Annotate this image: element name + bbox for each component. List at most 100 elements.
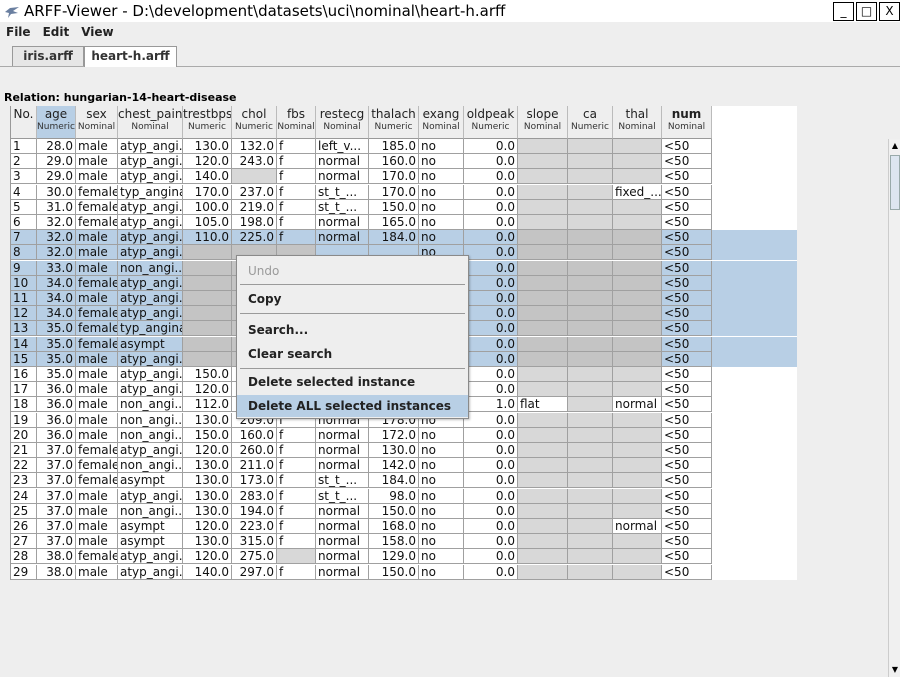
table-cell[interactable]: atyp_angi... <box>118 351 183 367</box>
table-cell[interactable]: 0.0 <box>464 367 518 382</box>
table-cell[interactable]: <50 <box>662 503 712 519</box>
table-cell[interactable]: male <box>76 382 118 398</box>
table-cell[interactable]: 0.0 <box>464 351 518 367</box>
table-cell[interactable]: female <box>76 336 118 352</box>
table-cell[interactable]: 130.0 <box>183 488 232 504</box>
table-cell[interactable]: f <box>277 427 316 443</box>
table-cell[interactable]: male <box>76 488 118 504</box>
table-cell[interactable]: 0.0 <box>464 336 518 352</box>
table-cell[interactable]: male <box>76 397 118 413</box>
table-cell[interactable]: 184.0 <box>369 230 419 246</box>
table-cell[interactable] <box>568 184 613 200</box>
table-cell[interactable] <box>183 306 232 322</box>
table-cell[interactable] <box>518 443 568 458</box>
table-cell[interactable]: 0.0 <box>464 260 518 276</box>
table-cell[interactable] <box>518 458 568 474</box>
table-cell[interactable]: 120.0 <box>183 443 232 458</box>
table-cell[interactable] <box>183 275 232 291</box>
table-cell[interactable]: 38.0 <box>37 564 76 580</box>
table-cell[interactable]: male <box>76 564 118 580</box>
table-cell[interactable] <box>518 534 568 550</box>
table-cell[interactable]: no <box>419 503 464 519</box>
table-cell[interactable]: 35.0 <box>37 336 76 352</box>
table-cell[interactable]: 0.0 <box>464 427 518 443</box>
table-cell[interactable]: 0.0 <box>464 473 518 489</box>
table-cell[interactable]: non_angi... <box>118 412 183 428</box>
table-cell[interactable]: 173.0 <box>232 473 277 489</box>
table-cell[interactable]: <50 <box>662 382 712 398</box>
table-cell[interactable] <box>568 154 613 170</box>
table-cell[interactable]: 0.0 <box>464 139 518 154</box>
table-cell[interactable]: 0.0 <box>464 458 518 474</box>
table-cell[interactable]: <50 <box>662 534 712 550</box>
table-cell[interactable]: male <box>76 503 118 519</box>
table-cell[interactable]: 211.0 <box>232 458 277 474</box>
table-cell[interactable] <box>518 184 568 200</box>
table-cell[interactable]: 37.0 <box>37 503 76 519</box>
table-cell[interactable]: male <box>76 367 118 382</box>
table-row[interactable]: 25 37.0 male non_angi... 130.0 194.0 f normal 15… <box>11 503 797 519</box>
column-header-restecg[interactable]: restecg Nominal <box>316 106 369 139</box>
table-cell[interactable]: 35.0 <box>37 351 76 367</box>
table-cell[interactable] <box>518 382 568 398</box>
table-cell[interactable] <box>183 245 232 261</box>
table-cell[interactable] <box>232 169 277 185</box>
table-cell[interactable]: no <box>419 534 464 550</box>
table-cell[interactable]: 0.0 <box>464 184 518 200</box>
table-cell[interactable]: f <box>277 443 316 458</box>
table-cell[interactable] <box>613 367 662 382</box>
table-cell[interactable]: <50 <box>662 443 712 458</box>
table-cell[interactable]: 132.0 <box>232 139 277 154</box>
table-row[interactable]: 128.0maleatyp_angi...130.0132.0fleft_v..… <box>11 139 797 154</box>
table-cell[interactable]: atyp_angi... <box>118 230 183 246</box>
table-cell[interactable] <box>613 321 662 337</box>
table-cell[interactable] <box>518 488 568 504</box>
table-cell[interactable]: 140.0 <box>183 169 232 185</box>
tab-heart-h-arff[interactable]: heart-h.arff <box>84 46 177 67</box>
table-cell[interactable]: <50 <box>662 473 712 489</box>
table-cell[interactable] <box>518 351 568 367</box>
table-cell[interactable]: 219.0 <box>232 199 277 215</box>
table-cell[interactable]: 19 <box>11 412 37 428</box>
table-cell[interactable] <box>613 351 662 367</box>
table-cell[interactable]: <50 <box>662 291 712 306</box>
table-cell[interactable]: 160.0 <box>232 427 277 443</box>
table-cell[interactable]: normal <box>316 427 369 443</box>
table-cell[interactable] <box>568 458 613 474</box>
table-cell[interactable] <box>568 139 613 154</box>
table-cell[interactable]: male <box>76 519 118 534</box>
table-cell[interactable]: normal <box>316 169 369 185</box>
table-row[interactable]: 20 36.0 male non_angi... 150.0 160.0 f normal 17… <box>11 427 797 443</box>
column-header-sex[interactable]: sex Nominal <box>76 106 118 139</box>
table-row[interactable]: 632.0femaleatyp_angi...105.0198.0fnormal… <box>11 215 797 230</box>
table-cell[interactable]: 0.0 <box>464 306 518 322</box>
table-cell[interactable]: 158.0 <box>369 534 419 550</box>
table-cell[interactable]: no <box>419 458 464 474</box>
table-cell[interactable]: 0.0 <box>464 549 518 565</box>
table-cell[interactable] <box>613 199 662 215</box>
table-cell[interactable]: 17 <box>11 382 37 398</box>
table-cell[interactable]: 34.0 <box>37 306 76 322</box>
table-cell[interactable]: 4 <box>11 184 37 200</box>
table-cell[interactable]: atyp_angi... <box>118 199 183 215</box>
table-cell[interactable] <box>568 336 613 352</box>
table-cell[interactable] <box>613 534 662 550</box>
table-cell[interactable] <box>518 412 568 428</box>
table-cell[interactable]: 0.0 <box>464 291 518 306</box>
table-cell[interactable]: 0.0 <box>464 245 518 261</box>
table-cell[interactable]: 27 <box>11 534 37 550</box>
table-row[interactable]: 2437.0maleatyp_angi...130.0283.0fst_t_..… <box>11 488 797 504</box>
table-cell[interactable]: no <box>419 488 464 504</box>
table-cell[interactable]: female <box>76 215 118 230</box>
table-cell[interactable]: <50 <box>662 154 712 170</box>
table-cell[interactable]: 130.0 <box>183 139 232 154</box>
table-cell[interactable]: atyp_angi... <box>118 306 183 322</box>
table-cell[interactable] <box>613 291 662 306</box>
table-cell[interactable] <box>568 306 613 322</box>
table-cell[interactable]: f <box>277 169 316 185</box>
table-row[interactable]: 26 37.0 male asympt 120.0 223.0 f normal 168.0 no… <box>11 519 797 534</box>
table-cell[interactable]: st_t_... <box>316 199 369 215</box>
table-cell[interactable] <box>518 199 568 215</box>
table-cell[interactable]: 105.0 <box>183 215 232 230</box>
table-cell[interactable]: 37.0 <box>37 488 76 504</box>
